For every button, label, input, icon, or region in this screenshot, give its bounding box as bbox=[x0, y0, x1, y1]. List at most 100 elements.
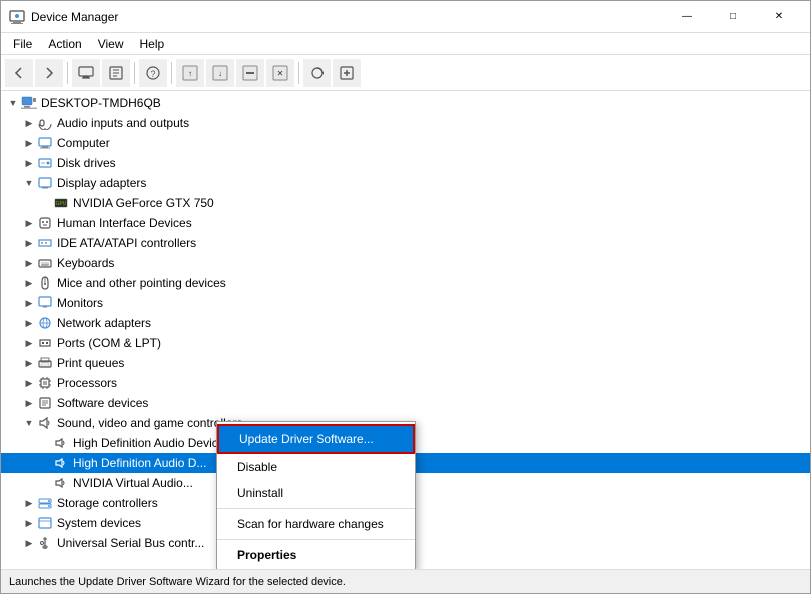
context-menu-update-driver[interactable]: Update Driver Software... bbox=[217, 424, 415, 454]
forward-button[interactable] bbox=[35, 59, 63, 87]
toolbar-sep3 bbox=[171, 62, 172, 84]
list-item[interactable]: Print queues bbox=[1, 353, 810, 373]
tree-item-label: NVIDIA GeForce GTX 750 bbox=[73, 196, 810, 210]
expand-hid[interactable] bbox=[21, 215, 37, 231]
tree-item-label: NVIDIA Virtual Audio... bbox=[73, 476, 810, 490]
scan-toolbar-button[interactable] bbox=[303, 59, 331, 87]
list-item[interactable]: Mice and other pointing devices bbox=[1, 273, 810, 293]
context-menu-sep2 bbox=[217, 539, 415, 540]
list-item[interactable]: Ports (COM & LPT) bbox=[1, 333, 810, 353]
back-button[interactable] bbox=[5, 59, 33, 87]
nvidia-audio-icon bbox=[53, 475, 69, 491]
toolbar: ? ↑ ↓ ✕ bbox=[1, 55, 810, 91]
update-driver-label: Update Driver Software... bbox=[239, 432, 374, 446]
tree-item-label: IDE ATA/ATAPI controllers bbox=[57, 236, 810, 250]
expand-print[interactable] bbox=[21, 355, 37, 371]
context-menu-uninstall[interactable]: Uninstall bbox=[217, 480, 415, 506]
expand-network[interactable] bbox=[21, 315, 37, 331]
tree-item-label: Processors bbox=[57, 376, 810, 390]
expand-software[interactable] bbox=[21, 395, 37, 411]
uninstall-toolbar-button[interactable]: ✕ bbox=[266, 59, 294, 87]
status-bar: Launches the Update Driver Software Wiza… bbox=[1, 569, 810, 593]
root-expand[interactable] bbox=[5, 95, 21, 111]
properties-label: Properties bbox=[237, 548, 296, 562]
window-title: Device Manager bbox=[31, 10, 664, 24]
expand-computer[interactable] bbox=[21, 135, 37, 151]
tree-item-label: Network adapters bbox=[57, 316, 810, 330]
list-item[interactable]: Keyboards bbox=[1, 253, 810, 273]
hd-audio-icon bbox=[53, 435, 69, 451]
context-menu-scan[interactable]: Scan for hardware changes bbox=[217, 511, 415, 537]
expand-sound[interactable] bbox=[21, 415, 37, 431]
expand-display[interactable] bbox=[21, 175, 37, 191]
expand-keyboards[interactable] bbox=[21, 255, 37, 271]
list-item[interactable]: Processors bbox=[1, 373, 810, 393]
tree-item-label: Display adapters bbox=[57, 176, 810, 190]
list-item[interactable]: GPU NVIDIA GeForce GTX 750 bbox=[1, 193, 810, 213]
list-item[interactable]: Software devices bbox=[1, 393, 810, 413]
device-tree[interactable]: DESKTOP-TMDH6QB Audio inputs and outputs… bbox=[1, 91, 810, 569]
svg-text:GPU: GPU bbox=[56, 201, 67, 207]
expand-nvidia bbox=[37, 195, 53, 211]
list-item[interactable]: Disk drives bbox=[1, 153, 810, 173]
expand-monitors[interactable] bbox=[21, 295, 37, 311]
scan-label: Scan for hardware changes bbox=[237, 517, 384, 531]
list-item[interactable]: IDE ATA/ATAPI controllers bbox=[1, 233, 810, 253]
list-item[interactable]: Computer bbox=[1, 133, 810, 153]
expand-processors[interactable] bbox=[21, 375, 37, 391]
audio-inputs-icon bbox=[37, 115, 53, 131]
expand-system[interactable] bbox=[21, 515, 37, 531]
help-toolbar-button[interactable]: ? bbox=[139, 59, 167, 87]
menu-bar: File Action View Help bbox=[1, 33, 810, 55]
menu-file[interactable]: File bbox=[5, 35, 40, 53]
title-bar: Device Manager — □ ✕ bbox=[1, 1, 810, 33]
expand-ide[interactable] bbox=[21, 235, 37, 251]
status-text: Launches the Update Driver Software Wiza… bbox=[5, 576, 806, 588]
menu-action[interactable]: Action bbox=[40, 35, 89, 53]
tree-item-label: Universal Serial Bus contr... bbox=[57, 536, 810, 550]
close-button[interactable]: ✕ bbox=[756, 1, 802, 33]
rollback-toolbar-button[interactable]: ↓ bbox=[206, 59, 234, 87]
tree-item-label: Human Interface Devices bbox=[57, 216, 810, 230]
add-hardware-toolbar-button[interactable] bbox=[333, 59, 361, 87]
expand-audio-inputs[interactable] bbox=[21, 115, 37, 131]
menu-help[interactable]: Help bbox=[132, 35, 173, 53]
tree-root[interactable]: DESKTOP-TMDH6QB bbox=[1, 93, 810, 113]
software-devices-icon bbox=[37, 395, 53, 411]
disable-label: Disable bbox=[237, 460, 277, 474]
keyboards-icon bbox=[37, 255, 53, 271]
context-menu-properties[interactable]: Properties bbox=[217, 542, 415, 568]
svg-text:?: ? bbox=[150, 69, 155, 79]
expand-usb[interactable] bbox=[21, 535, 37, 551]
context-menu-disable[interactable]: Disable bbox=[217, 454, 415, 480]
expand-nvidia-audio bbox=[37, 475, 53, 491]
list-item[interactable]: Display adapters bbox=[1, 173, 810, 193]
monitors-icon bbox=[37, 295, 53, 311]
window-controls: — □ ✕ bbox=[664, 1, 802, 33]
update-driver-toolbar-button[interactable]: ↑ bbox=[176, 59, 204, 87]
list-item[interactable]: Human Interface Devices bbox=[1, 213, 810, 233]
maximize-button[interactable]: □ bbox=[710, 1, 756, 33]
storage-icon bbox=[37, 495, 53, 511]
expand-storage[interactable] bbox=[21, 495, 37, 511]
minimize-button[interactable]: — bbox=[664, 1, 710, 33]
computer-button[interactable] bbox=[72, 59, 100, 87]
main-content: DESKTOP-TMDH6QB Audio inputs and outputs… bbox=[1, 91, 810, 569]
properties-toolbar-button[interactable] bbox=[102, 59, 130, 87]
display-adapters-icon bbox=[37, 175, 53, 191]
tree-item-label: Monitors bbox=[57, 296, 810, 310]
expand-ports[interactable] bbox=[21, 335, 37, 351]
status-panels: Launches the Update Driver Software Wiza… bbox=[5, 576, 806, 588]
list-item[interactable]: Audio inputs and outputs bbox=[1, 113, 810, 133]
expand-mice[interactable] bbox=[21, 275, 37, 291]
disable-toolbar-button[interactable] bbox=[236, 59, 264, 87]
tree-item-label: Storage controllers bbox=[57, 496, 810, 510]
list-item[interactable]: Network adapters bbox=[1, 313, 810, 333]
menu-view[interactable]: View bbox=[90, 35, 132, 53]
expand-disk[interactable] bbox=[21, 155, 37, 171]
tree-item-label: Sound, video and game controllers bbox=[57, 416, 810, 430]
toolbar-sep1 bbox=[67, 62, 68, 84]
processors-icon bbox=[37, 375, 53, 391]
tree-item-label: Ports (COM & LPT) bbox=[57, 336, 810, 350]
list-item[interactable]: Monitors bbox=[1, 293, 810, 313]
